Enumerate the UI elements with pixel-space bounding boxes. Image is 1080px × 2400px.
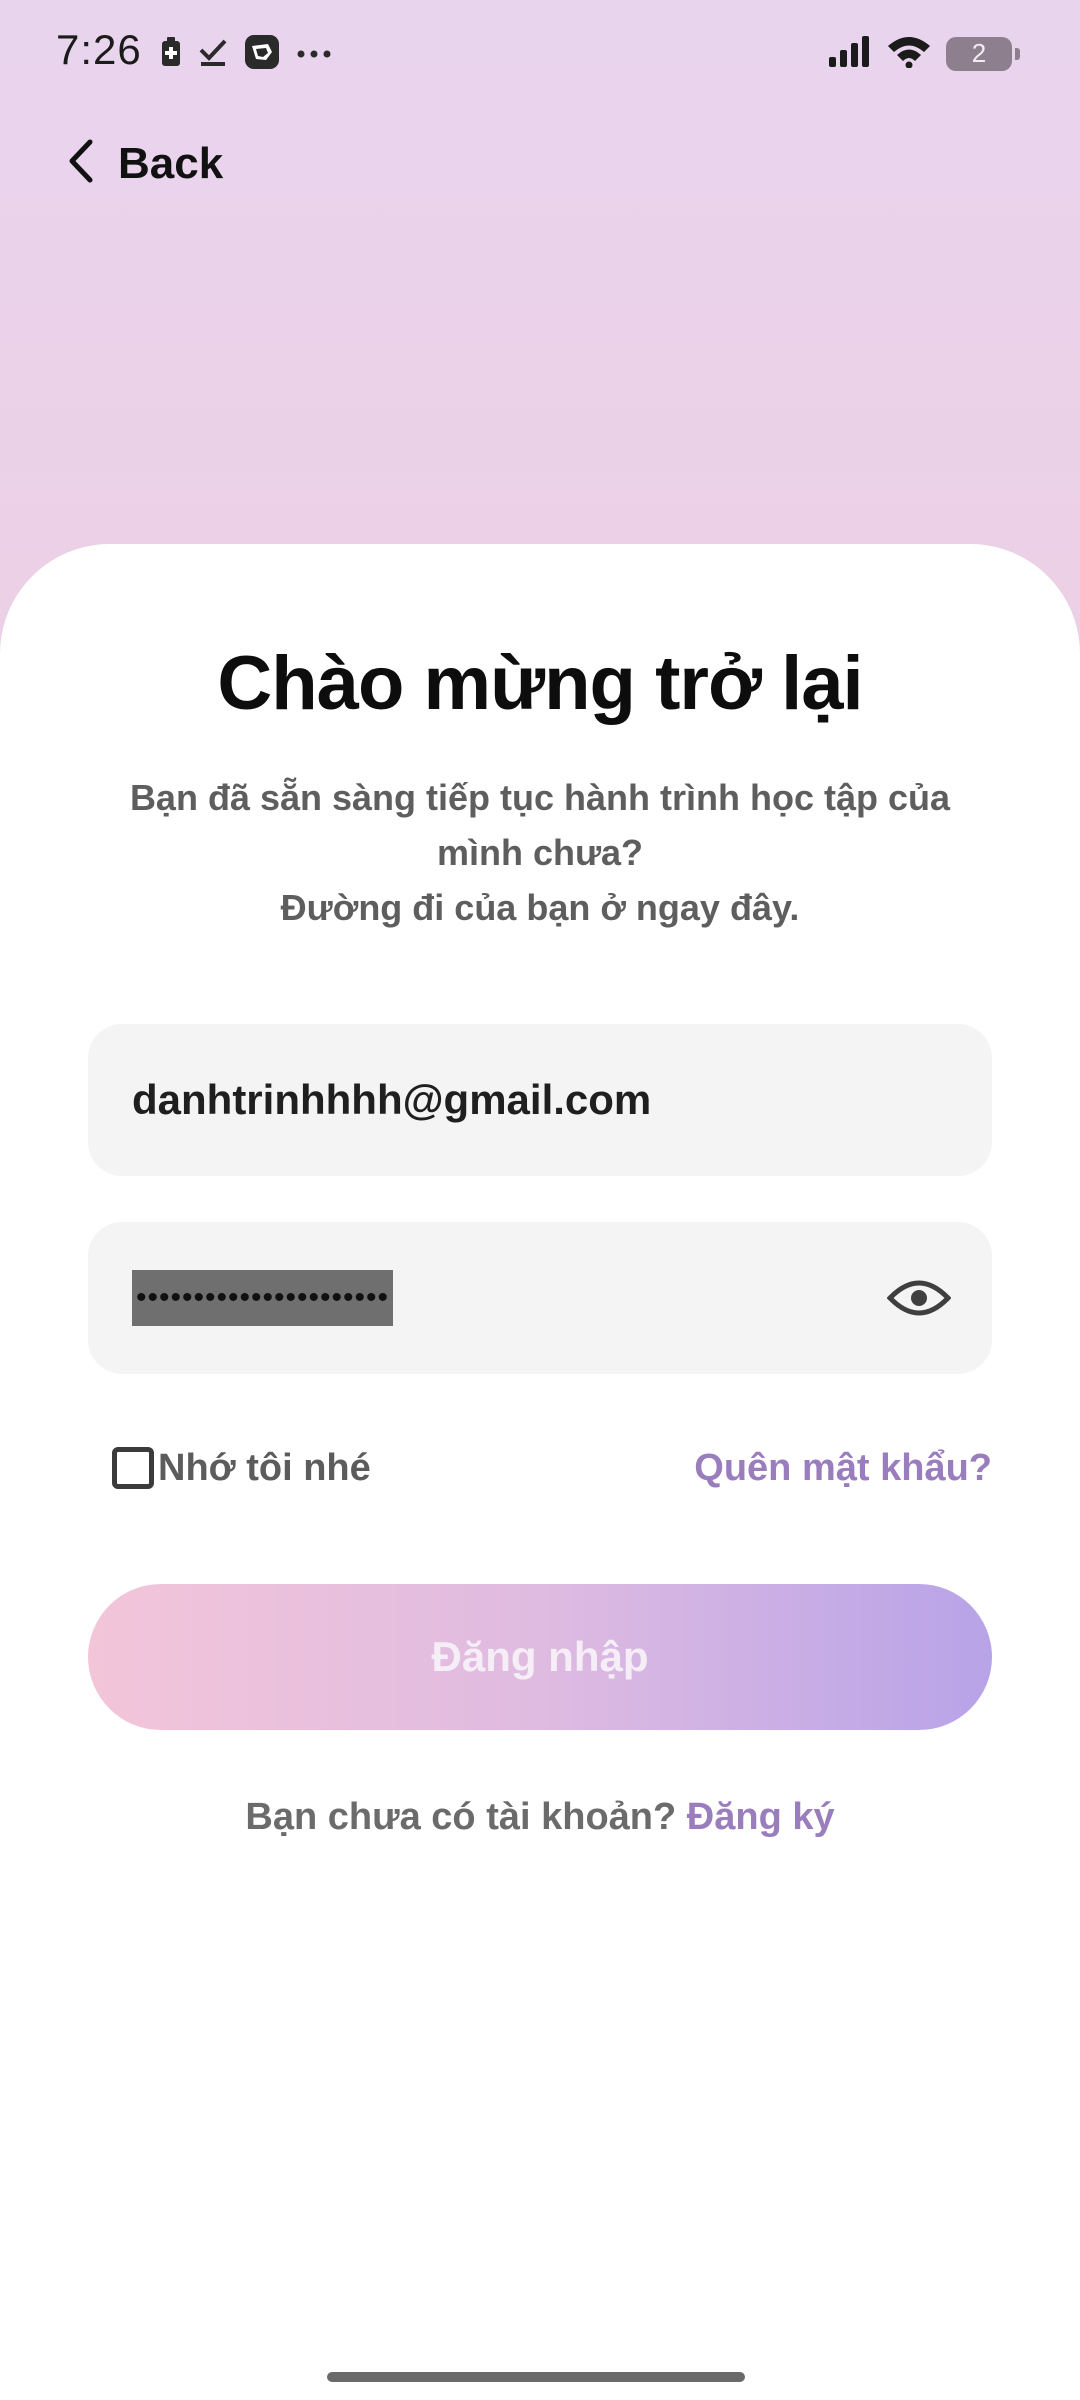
home-indicator[interactable] <box>327 2372 745 2382</box>
battery-saver-icon <box>160 36 182 73</box>
login-button-label: Đăng nhập <box>431 1633 649 1680</box>
page-title: Chào mừng trở lại <box>217 641 863 726</box>
login-screen: 7:26 2 Back Chào mừng trở lại Bạn đã sẵn… <box>0 0 1080 2400</box>
back-label: Back <box>118 138 224 188</box>
subtitle-line-2: Đường đi của bạn ở ngay đây. <box>280 887 800 928</box>
forgot-password-link[interactable]: Quên mật khẩu? <box>694 1447 992 1490</box>
battery-icon: 2 <box>946 36 1020 71</box>
check-icon <box>198 37 228 72</box>
page-subtitle: Bạn đã sẵn sàng tiếp tục hành trình học … <box>100 770 980 935</box>
password-value: •••••••••••••••••••••• <box>132 1270 394 1326</box>
signal-icon <box>828 35 872 72</box>
status-time: 7:26 <box>56 26 142 73</box>
back-button[interactable]: Back <box>66 138 223 189</box>
signup-row: Bạn chưa có tài khoản? Đăng ký <box>0 1796 1080 1839</box>
password-field[interactable]: •••••••••••••••••••••• <box>88 1222 992 1374</box>
signup-link[interactable]: Đăng ký <box>687 1796 835 1838</box>
remember-me[interactable]: Nhớ tôi nhé <box>112 1447 371 1490</box>
show-password-toggle[interactable] <box>886 1265 952 1331</box>
signup-prompt: Bạn chưa có tài khoản? <box>245 1796 687 1838</box>
app-notification-icon <box>244 34 280 75</box>
options-row: Nhớ tôi nhé Quên mật khẩu? <box>112 1440 992 1496</box>
battery-level: 2 <box>971 38 987 68</box>
email-field[interactable]: danhtrinhhhh@gmail.com <box>88 1024 992 1176</box>
status-bar: 7:26 2 <box>0 0 1080 110</box>
status-system-icons: 2 <box>828 34 1020 73</box>
subtitle-line-1: Bạn đã sẵn sàng tiếp tục hành trình học … <box>129 777 951 873</box>
remember-me-label: Nhớ tôi nhé <box>158 1446 371 1489</box>
remember-me-checkbox[interactable] <box>112 1447 154 1489</box>
chevron-left-icon <box>66 138 96 189</box>
more-notifications-icon <box>296 46 332 64</box>
wifi-icon <box>886 34 932 73</box>
eye-icon <box>887 1280 951 1316</box>
login-button[interactable]: Đăng nhập <box>88 1584 992 1730</box>
email-value: danhtrinhhhh@gmail.com <box>132 1076 652 1123</box>
status-notification-icons <box>160 34 332 75</box>
